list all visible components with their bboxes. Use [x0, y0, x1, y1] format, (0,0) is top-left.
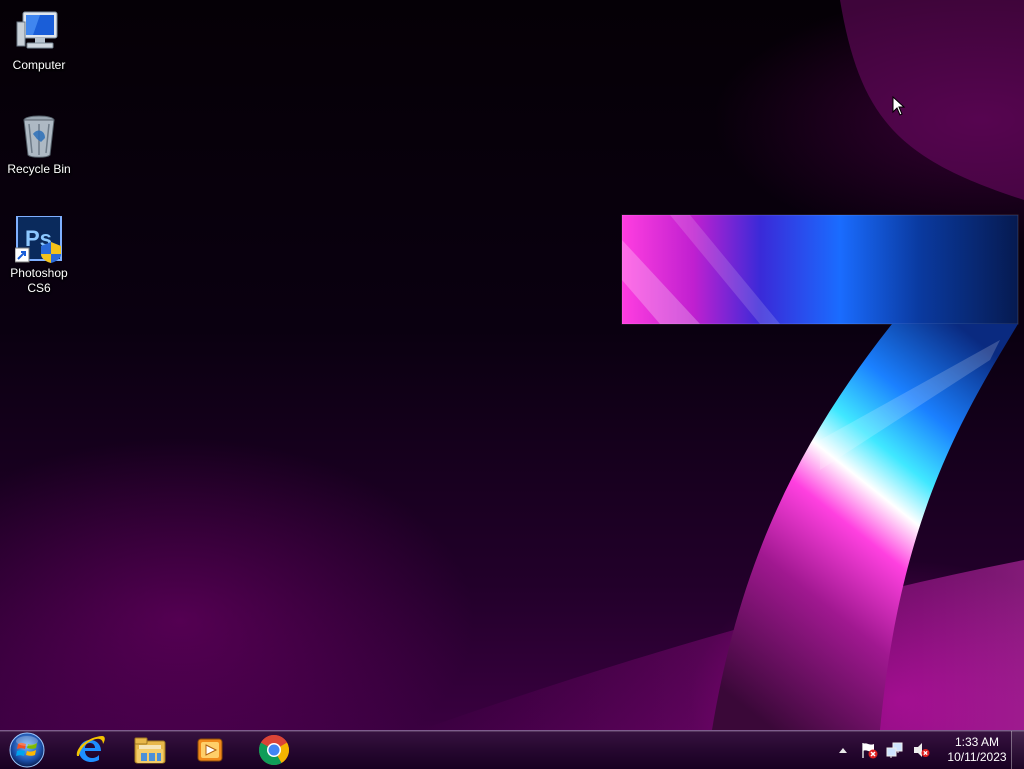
taskbar-media-player[interactable] [182, 732, 238, 768]
media-player-icon [197, 738, 223, 762]
wallpaper-seven-graphic [420, 0, 1024, 730]
photoshop-icon: Ps [14, 215, 63, 264]
taskbar: 1:33 AM 10/11/2023 [0, 730, 1024, 769]
clock[interactable]: 1:33 AM 10/11/2023 [942, 735, 1012, 765]
clock-date: 10/11/2023 [947, 750, 1007, 764]
desktop[interactable]: Computer Recycle Bin Ps Photoshop CS6 [0, 0, 1024, 730]
computer-icon [15, 8, 63, 56]
volume-muted-icon [914, 743, 930, 757]
volume-button[interactable] [910, 740, 932, 760]
windows-start-orb-icon [9, 732, 45, 768]
file-explorer-icon [134, 737, 166, 764]
start-button[interactable] [6, 731, 48, 769]
taskbar-chrome[interactable] [246, 732, 302, 768]
recycle-bin-icon [15, 112, 63, 160]
action-center-flag-icon [862, 743, 878, 759]
network-button[interactable] [884, 740, 906, 760]
chevron-up-icon [839, 748, 847, 753]
taskbar-windows-explorer[interactable] [122, 732, 178, 768]
desktop-icon-label-line2: CS6 [27, 281, 51, 295]
desktop-icon-label-line1: Photoshop [10, 266, 68, 280]
desktop-icon-label: Recycle Bin [7, 162, 71, 176]
action-center-button[interactable] [858, 740, 880, 760]
show-desktop-button[interactable] [1011, 731, 1024, 769]
internet-explorer-icon [76, 736, 105, 762]
system-tray: 1:33 AM 10/11/2023 [832, 731, 1012, 769]
show-hidden-icons-button[interactable] [832, 740, 854, 760]
mouse-cursor-icon [892, 96, 906, 116]
network-icon [886, 742, 903, 758]
desktop-icon-recycle-bin[interactable]: Recycle Bin [1, 112, 77, 177]
desktop-icon-label: Computer [12, 58, 66, 72]
chrome-icon [258, 734, 290, 766]
clock-time: 1:33 AM [954, 735, 1000, 749]
desktop-icon-photoshop[interactable]: Ps Photoshop CS6 [1, 215, 77, 296]
desktop-icon-computer[interactable]: Computer [1, 8, 77, 73]
taskbar-internet-explorer[interactable] [62, 732, 118, 768]
